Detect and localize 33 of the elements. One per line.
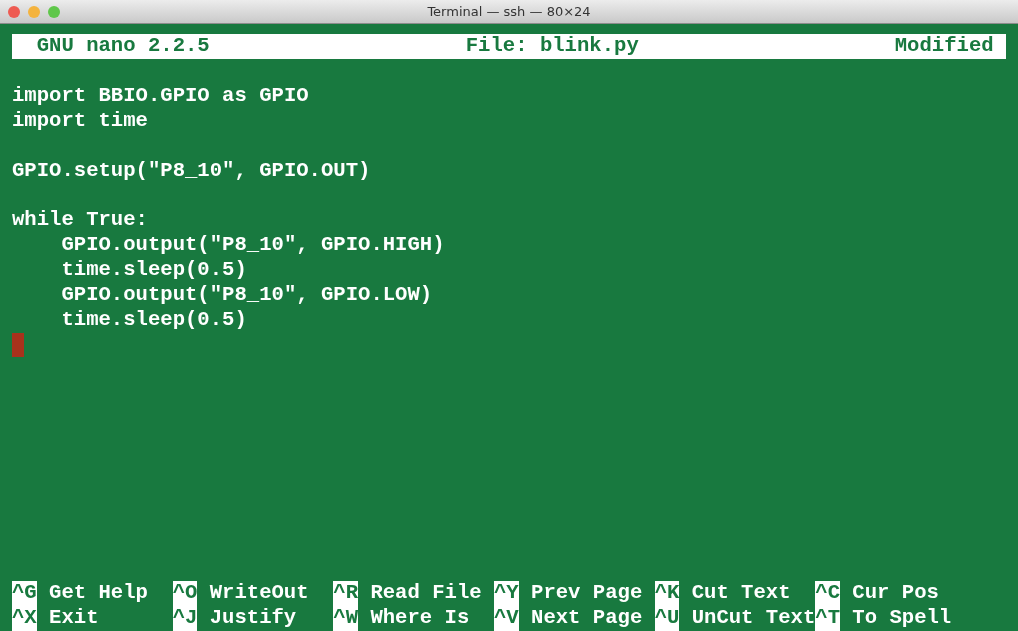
- text-cursor: [12, 332, 24, 357]
- shortcut-label: WriteOut: [209, 581, 309, 607]
- file-name: File: blink.py: [465, 34, 639, 59]
- shortcut-label: Justify: [209, 606, 297, 631]
- shortcut-key: ^U: [654, 606, 680, 631]
- shortcut-label: Get Help: [49, 581, 148, 607]
- shortcut-key: ^G: [12, 581, 37, 607]
- shortcut-label: Cut Text: [691, 581, 791, 607]
- shortcut-label: Cur Pos: [852, 581, 939, 607]
- shortcut-key: ^W: [333, 606, 359, 631]
- shortcut-label: UnCut Text: [691, 606, 816, 631]
- shortcut-label: Prev Page: [531, 581, 643, 607]
- shortcut-key: ^T: [815, 606, 840, 631]
- app-version: GNU nano 2.2.5: [35, 34, 210, 59]
- modified-status: Modified: [894, 34, 995, 59]
- shortcut-label: Where Is: [370, 606, 470, 631]
- shortcut-key: ^K: [654, 581, 680, 607]
- shortcut-label: To Spell: [852, 606, 952, 631]
- shortcut-label: Read File: [370, 581, 482, 607]
- minimize-button[interactable]: [28, 6, 40, 18]
- code-text: import BBIO.GPIO as GPIO import time GPIO.setup("P8_10", GPIO.OUT) while True: GPIO.output("P8_10", GPIO.HIGH) time.sleep(0.5) GPIO.output("P8_10", GPIO.LOW) time.sleep(0.5): [12, 83, 446, 333]
- shortcut-key: ^X: [12, 606, 37, 631]
- shortcut-label: Next Page: [531, 606, 643, 631]
- shortcut-key: ^R: [333, 581, 359, 607]
- shortcut-key: ^V: [493, 606, 519, 631]
- shortcut-key: ^O: [172, 581, 198, 607]
- shortcut-key: ^C: [815, 581, 840, 607]
- window-title: Terminal — ssh — 80×24: [427, 4, 591, 19]
- zoom-button[interactable]: [48, 6, 60, 18]
- shortcut-key: ^J: [172, 606, 198, 631]
- shortcut-key: ^Y: [493, 581, 519, 607]
- shortcut-label: Exit: [49, 606, 99, 631]
- close-button[interactable]: [8, 6, 20, 18]
